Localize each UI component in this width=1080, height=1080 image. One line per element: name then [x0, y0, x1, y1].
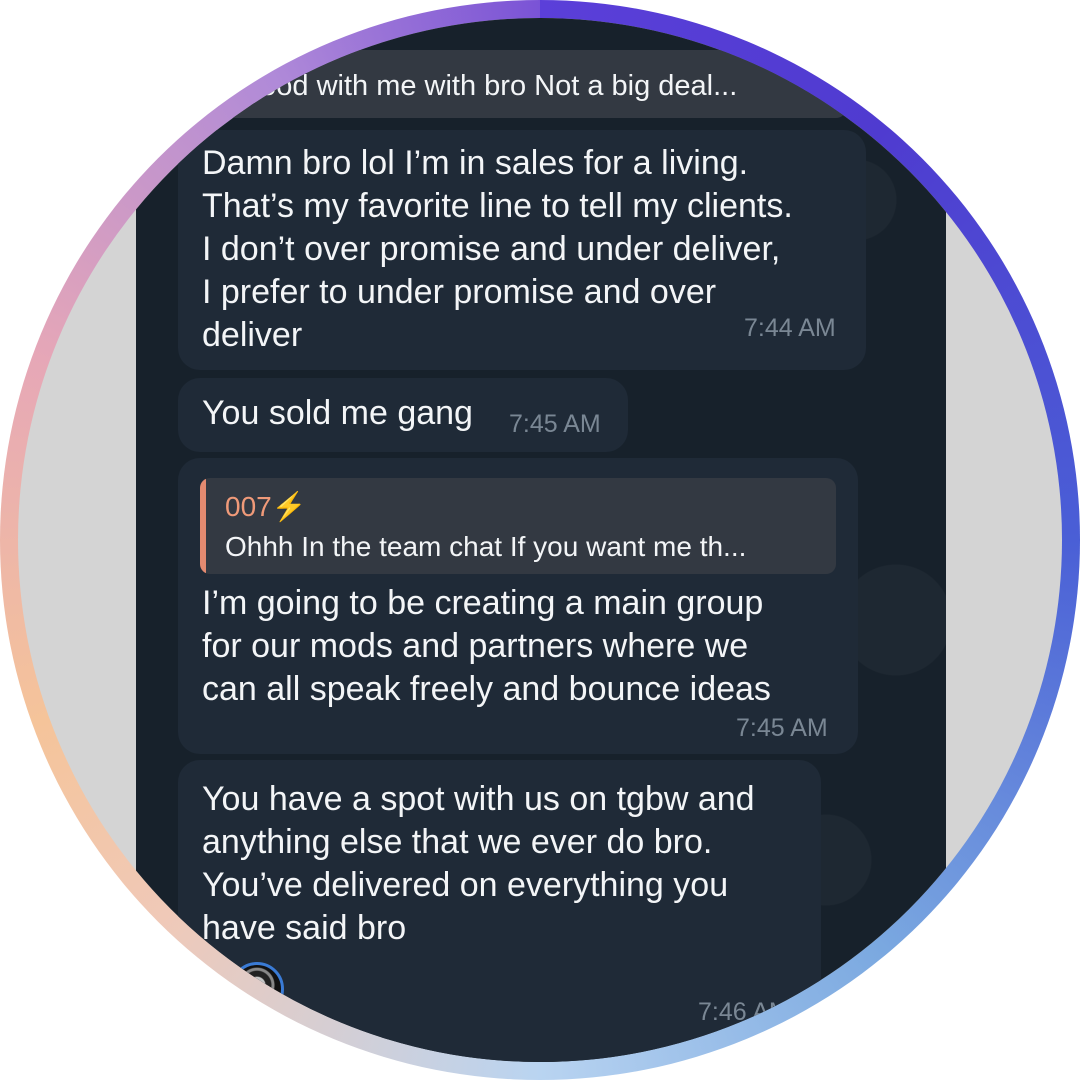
scroll-down-button[interactable] — [968, 890, 1058, 980]
message-text: I’m going to be creating a main group fo… — [202, 584, 771, 708]
message-time: 7:45 AM — [509, 410, 601, 438]
circular-viewport: good with me with bro Not a big deal... … — [18, 18, 1062, 1062]
reply-preview-top[interactable]: good with me with bro Not a big deal... — [136, 48, 946, 138]
reply-accent-bar — [200, 478, 206, 574]
message-time: 7:44 AM — [744, 314, 836, 342]
message-text: You have a spot with us on tgbw and anyt… — [202, 780, 755, 947]
reply-preview-text: good with me with bro Not a big deal... — [244, 70, 738, 102]
message-bubble[interactable]: You sold me gang 7:45 AM — [178, 378, 628, 452]
reply-text: Ohhh In the team chat If you want me th.… — [225, 531, 747, 562]
message-time: 7:45 AM — [736, 714, 828, 742]
message-bubble-with-reply[interactable]: 007⚡ Ohhh In the team chat If you want m… — [178, 458, 858, 754]
message-time: 7:46 AM — [698, 998, 790, 1026]
reply-author: 007⚡ — [225, 491, 307, 522]
reply-quote[interactable]: 007⚡ Ohhh In the team chat If you want m… — [200, 478, 836, 574]
chevron-down-icon — [994, 912, 1032, 950]
message-bubble[interactable]: Damn bro lol I’m in sales for a living. … — [178, 130, 866, 370]
chat-window[interactable]: good with me with bro Not a big deal... … — [136, 18, 1058, 1062]
reaction-avatars[interactable] — [186, 958, 326, 1018]
avatar[interactable] — [230, 962, 284, 1016]
message-text: You sold me gang — [202, 394, 473, 432]
